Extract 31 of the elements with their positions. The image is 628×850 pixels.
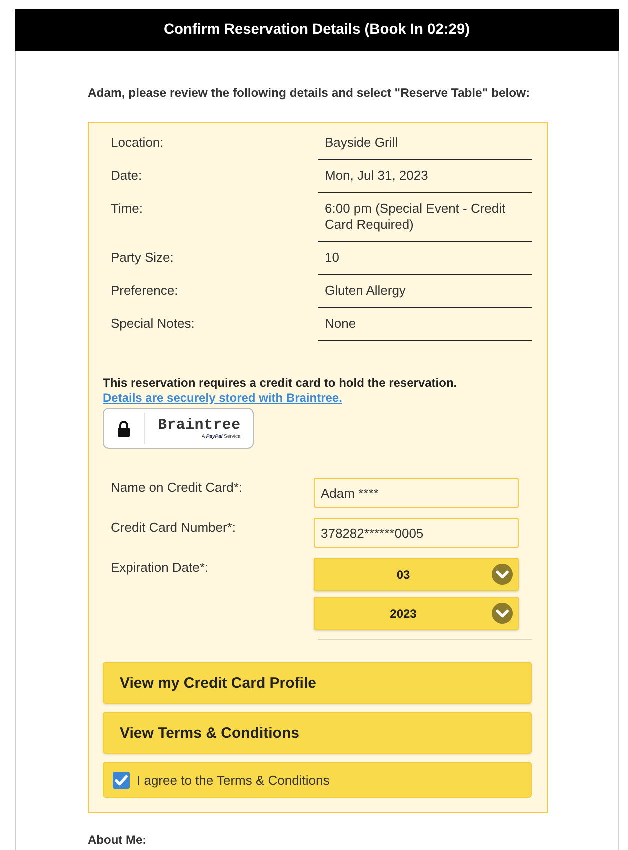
chevron-down-icon [492, 603, 513, 624]
lock-icon [118, 420, 130, 436]
dropdown[interactable]: 2023 [314, 597, 519, 630]
brand-name: Braintree [158, 418, 241, 432]
detail-value: Bayside Grill [318, 127, 532, 160]
checkbox-label[interactable]: I agree to the Terms & Conditions [137, 772, 330, 788]
detail-label: Date: [111, 167, 144, 184]
input-field[interactable]: 378282******0005 [314, 518, 519, 548]
detail-value: Gluten Allergy [318, 275, 532, 308]
notice-text: This reservation requires a credit card to hold the reservation. [103, 376, 458, 391]
checkbox[interactable] [113, 772, 130, 788]
dropdown[interactable]: 03 [314, 558, 519, 591]
intro-text: Adam, please review the following details and select "Reserve Table" below: [88, 86, 532, 101]
action-button[interactable]: View my Credit Card Profile [103, 662, 532, 704]
action-button[interactable]: View Terms & Conditions [103, 712, 532, 754]
detail-label: Special Notes: [111, 315, 196, 332]
field-label: Name on Credit Card*: [111, 479, 244, 496]
detail-value: None [318, 308, 532, 341]
input-field[interactable]: Adam **** [314, 478, 519, 508]
chevron-down-icon [492, 564, 513, 585]
detail-value: 6:00 pm (Special Event - Credit Card Required) [318, 193, 532, 242]
section-heading: About Me: [88, 833, 148, 848]
field-label: Credit Card Number*: [111, 519, 237, 536]
page-title: Confirm Reservation Details (Book In 02:29) [164, 22, 470, 38]
detail-label: Location: [111, 134, 165, 151]
detail-value: Mon, Jul 31, 2023 [318, 160, 532, 193]
detail-value: 10 [318, 242, 532, 275]
detail-label: Time: [111, 200, 144, 217]
detail-label: Party Size: [111, 249, 175, 266]
detail-label: Preference: [111, 282, 180, 299]
field-label: Expiration Date*: [111, 559, 210, 576]
